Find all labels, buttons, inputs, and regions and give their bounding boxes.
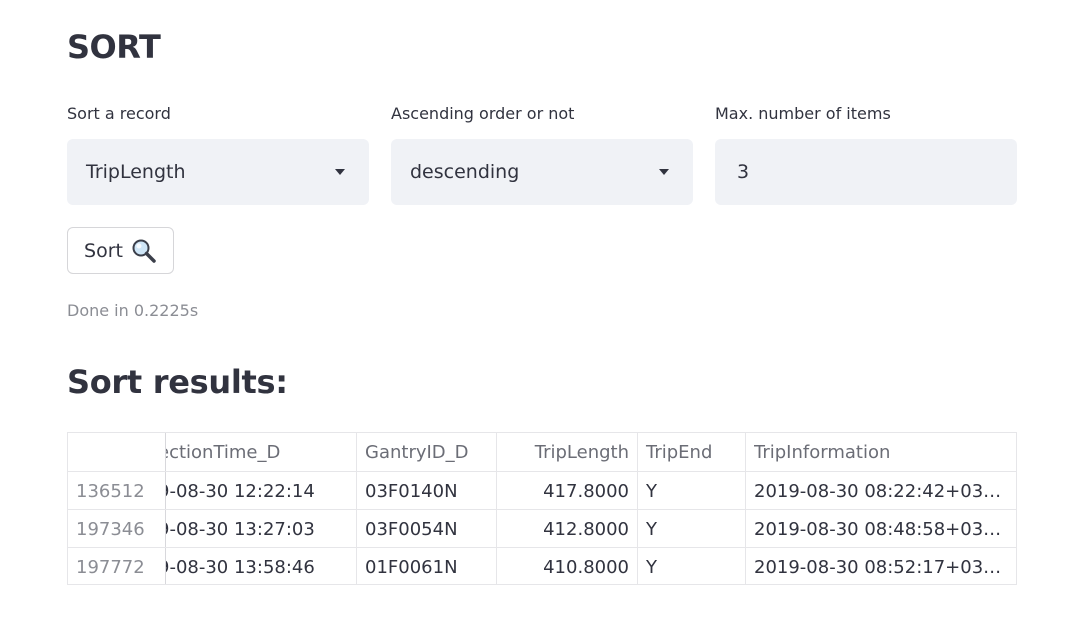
cell-trip-end[interactable]: Y (638, 510, 746, 548)
cell-gantry-id[interactable]: 01F0061N (357, 548, 497, 584)
record-select-label: Sort a record (67, 104, 171, 123)
cell-trip-information[interactable]: 2019-08-30 08:52:17+03F4… (746, 548, 1016, 584)
row-index: 197772 (68, 548, 166, 584)
sort-button-label: Sort (84, 239, 123, 262)
order-select[interactable]: descending (391, 139, 693, 205)
max-items-value: 3 (737, 161, 750, 183)
app-page: SORT Sort a record TripLength Ascending … (0, 0, 1070, 621)
magnifier-icon (132, 239, 156, 263)
header-trip-information[interactable]: TripInformation (746, 433, 1016, 471)
status-text: Done in 0.2225s (67, 301, 199, 320)
sort-button[interactable]: Sort (67, 227, 174, 274)
header-gantry-id[interactable]: GantryID_D (357, 433, 497, 471)
order-select-value: descending (410, 161, 520, 183)
cell-trip-information[interactable]: 2019-08-30 08:48:58+03F4… (746, 510, 1016, 548)
order-select-label: Ascending order or not (391, 104, 575, 123)
header-trip-end[interactable]: TripEnd (638, 433, 746, 471)
cell-trip-length[interactable]: 417.8000 (497, 472, 638, 510)
record-select-value: TripLength (86, 161, 186, 183)
table-row: 197772 9-08-30 13:58:46 01F0061N 410.800… (68, 547, 1016, 584)
cell-trip-length[interactable]: 410.8000 (497, 548, 638, 584)
header-trip-length[interactable]: TripLength (497, 433, 638, 471)
cell-collection-time[interactable]: 9-08-30 12:22:14 (166, 472, 357, 510)
chevron-down-icon (335, 169, 345, 175)
max-items-label: Max. number of items (715, 104, 891, 123)
table-row: 197346 9-08-30 13:27:03 03F0054N 412.800… (68, 509, 1016, 548)
table-row: 136512 9-08-30 12:22:14 03F0140N 417.800… (68, 471, 1016, 510)
results-title: Sort results: (67, 363, 288, 401)
page-title: SORT (67, 28, 161, 66)
cell-trip-length[interactable]: 412.8000 (497, 510, 638, 548)
cell-collection-time[interactable]: 9-08-30 13:58:46 (166, 548, 357, 584)
cell-trip-information[interactable]: 2019-08-30 08:22:42+03F4… (746, 472, 1016, 510)
cell-collection-time[interactable]: 9-08-30 13:27:03 (166, 510, 357, 548)
table-header-row: ectionTime_D GantryID_D TripLength TripE… (68, 433, 1016, 471)
chevron-down-icon (659, 169, 669, 175)
cell-trip-end[interactable]: Y (638, 548, 746, 584)
row-index: 197346 (68, 510, 166, 548)
header-collection-time[interactable]: ectionTime_D (166, 433, 357, 471)
record-select[interactable]: TripLength (67, 139, 369, 205)
results-table[interactable]: ectionTime_D GantryID_D TripLength TripE… (67, 432, 1017, 585)
header-index (68, 433, 166, 471)
cell-trip-end[interactable]: Y (638, 472, 746, 510)
row-index: 136512 (68, 472, 166, 510)
cell-gantry-id[interactable]: 03F0054N (357, 510, 497, 548)
cell-gantry-id[interactable]: 03F0140N (357, 472, 497, 510)
max-items-input[interactable]: 3 (715, 139, 1017, 205)
